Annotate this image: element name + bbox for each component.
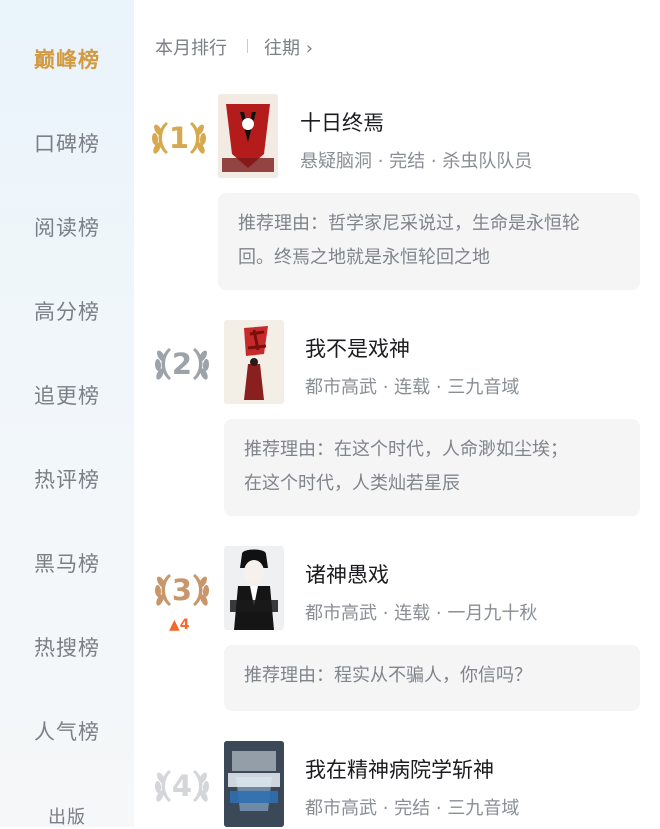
recommendation-box: 推荐理由：程实从不骗人，你信吗？ — [224, 645, 640, 711]
tab-past-periods[interactable]: 往期 › — [264, 34, 313, 60]
book-meta: 悬疑脑洞 · 完结 · 杀虫队队员 — [300, 151, 533, 172]
recommendation-line: 在这个时代，人类灿若星辰 — [244, 473, 460, 494]
book-cover-art — [218, 94, 278, 178]
rank-badge: 3 — [147, 570, 217, 610]
book-meta: 都市高武 · 连载 · 三九音域 — [305, 377, 520, 398]
rank-badge: 2 — [147, 344, 217, 384]
rank-trend-up: ▲4 — [169, 617, 190, 633]
sidebar-item-reading[interactable]: 阅读榜 — [0, 212, 134, 242]
recommendation-line: 回。终焉之地就是永恒轮回之地 — [238, 247, 490, 268]
book-cover[interactable] — [224, 741, 284, 827]
book-title[interactable]: 我在精神病院学斩神 — [305, 754, 494, 784]
sidebar-item-publishing[interactable]: 出版 — [0, 803, 134, 829]
rank-badge: 1 — [144, 118, 214, 158]
tab-divider — [247, 39, 248, 53]
rank-number: 3 — [171, 573, 193, 607]
recommendation-line: 推荐理由：在这个时代，人命渺如尘埃； — [244, 439, 568, 460]
sidebar-item-high-score[interactable]: 高分榜 — [0, 296, 134, 326]
book-meta: 都市高武 · 完结 · 三九音域 — [305, 798, 520, 819]
sidebar-item-reputation[interactable]: 口碑榜 — [0, 128, 134, 158]
book-title[interactable]: 我不是戏神 — [305, 333, 410, 363]
book-cover-art — [224, 741, 284, 827]
recommendation-box: 推荐理由：哲学家尼采说过，生命是永恒轮 回。终焉之地就是永恒轮回之地 — [218, 193, 640, 290]
tab-this-month[interactable]: 本月排行 — [155, 34, 227, 60]
rank-number: 4 — [171, 769, 193, 803]
recommendation-box: 推荐理由：在这个时代，人命渺如尘埃； 在这个时代，人类灿若星辰 — [224, 419, 640, 516]
sidebar-item-hot-comments[interactable]: 热评榜 — [0, 464, 134, 494]
sidebar-item-hot-search[interactable]: 热搜榜 — [0, 632, 134, 662]
sidebar-item-follow[interactable]: 追更榜 — [0, 380, 134, 410]
rank-number: 1 — [168, 121, 190, 155]
rank-badge: 4 — [147, 766, 217, 806]
recommendation-line: 推荐理由：哲学家尼采说过，生命是永恒轮 — [238, 213, 580, 234]
book-cover[interactable] — [218, 94, 278, 178]
ranking-sidebar: 巅峰榜 口碑榜 阅读榜 高分榜 追更榜 热评榜 黑马榜 热搜榜 人气榜 出版 — [0, 0, 134, 829]
book-cover[interactable] — [224, 546, 284, 630]
book-cover[interactable] — [224, 320, 284, 404]
sidebar-item-dark-horse[interactable]: 黑马榜 — [0, 548, 134, 578]
book-title[interactable]: 诸神愚戏 — [305, 559, 389, 589]
sidebar-item-peak[interactable]: 巅峰榜 — [0, 44, 134, 74]
book-cover-art — [224, 320, 284, 404]
recommendation-line: 推荐理由：程实从不骗人，你信吗？ — [244, 665, 532, 686]
book-meta: 都市高武 · 连载 · 一月九十秋 — [305, 603, 538, 624]
book-title[interactable]: 十日终焉 — [300, 107, 384, 137]
sidebar-item-popularity[interactable]: 人气榜 — [0, 716, 134, 746]
rank-number: 2 — [171, 347, 193, 381]
book-cover-art — [224, 546, 284, 630]
